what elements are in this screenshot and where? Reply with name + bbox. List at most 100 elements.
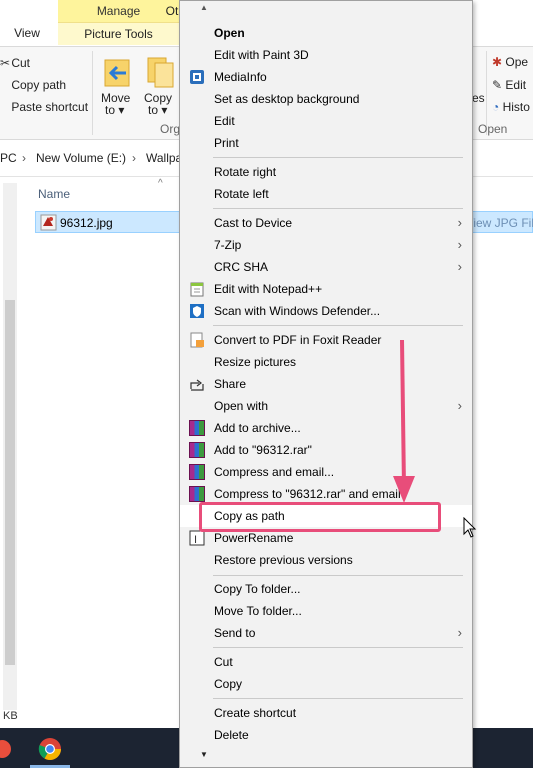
file-size-partial: KB	[3, 710, 18, 722]
file-name: 96312.jpg	[60, 216, 113, 230]
menu-item-7zip[interactable]: 7-Zip ›	[180, 234, 472, 256]
menu-item-label: Cut	[214, 655, 233, 669]
mediainfo-icon	[190, 70, 204, 84]
open-button[interactable]: ✱ Ope	[492, 55, 528, 69]
paste-shortcut-button[interactable]: Paste shortcut	[0, 100, 88, 114]
menu-item-label: Add to "96312.rar"	[214, 443, 312, 457]
menu-item-print[interactable]: Print	[180, 132, 472, 154]
edit-button[interactable]: ✎ Edit	[492, 78, 526, 92]
menu-item-cut[interactable]: Cut	[180, 651, 472, 673]
menu-item-copy-to-folder[interactable]: Copy To folder...	[180, 578, 472, 600]
menu-item-crc-sha[interactable]: CRC SHA ›	[180, 256, 472, 278]
menu-item-restore-previous-versions[interactable]: Restore previous versions	[180, 549, 472, 571]
tab-picture-tools[interactable]: Picture Tools	[58, 22, 179, 45]
menu-item-label: Send to	[214, 626, 256, 640]
ribbon-divider	[92, 51, 93, 135]
menu-item-mediainfo[interactable]: MediaInfo	[180, 66, 472, 88]
winrar-icon	[189, 464, 205, 480]
windows-defender-icon	[190, 304, 204, 318]
menu-item-label: 7-Zip	[214, 238, 242, 252]
es-partial: es	[472, 91, 485, 105]
menu-item-label: Delete	[214, 728, 249, 742]
tab-view[interactable]: View	[12, 22, 42, 44]
menu-item-copy[interactable]: Copy	[180, 673, 472, 695]
menu-item-create-shortcut[interactable]: Create shortcut	[180, 702, 472, 724]
menu-separator	[213, 647, 463, 648]
organize-group-label: Org	[160, 122, 181, 136]
open-icon: ✱	[492, 55, 503, 69]
copy-path-button[interactable]: Copy path	[0, 78, 66, 92]
menu-item-resize-pictures[interactable]: Resize pictures	[180, 351, 472, 373]
move-to-label-2: to ▾	[105, 103, 125, 117]
breadcrumb-separator: ›	[132, 151, 136, 165]
menu-item-edit-with-notepad-plus-plus[interactable]: Edit with Notepad++	[180, 278, 472, 300]
menu-separator	[213, 157, 463, 158]
menu-item-label: Compress and email...	[214, 465, 335, 479]
menu-item-label: Edit	[214, 114, 235, 128]
copy-to-label-2: to ▾	[148, 103, 168, 117]
menu-item-rotate-left[interactable]: Rotate left	[180, 183, 472, 205]
menu-item-move-to-folder[interactable]: Move To folder...	[180, 600, 472, 622]
submenu-arrow-icon: ›	[457, 259, 462, 274]
breadcrumb-pc[interactable]: PC	[0, 151, 17, 165]
edit-icon: ✎	[492, 78, 503, 92]
submenu-arrow-icon: ›	[457, 215, 462, 230]
winrar-icon	[189, 486, 205, 502]
menu-scroll-down-arrow[interactable]: ▼	[200, 750, 208, 759]
submenu-arrow-icon: ›	[457, 625, 462, 640]
foxit-pdf-icon	[190, 332, 204, 348]
menu-item-label: Copy	[214, 677, 243, 691]
menu-item-add-to-archive[interactable]: Add to archive...	[180, 417, 472, 439]
file-type: /iew JPG File	[470, 216, 533, 230]
menu-item-label: Move To folder...	[214, 604, 302, 618]
chrome-icon[interactable]	[38, 737, 62, 761]
menu-item-label: Rotate left	[214, 187, 269, 201]
menu-scroll-up-arrow[interactable]: ▲	[200, 3, 208, 12]
column-header-name[interactable]: Name	[38, 187, 70, 201]
breadcrumb-wallpaper[interactable]: Wallpa	[146, 151, 182, 165]
menu-item-convert-to-pdf-foxit[interactable]: Convert to PDF in Foxit Reader	[180, 329, 472, 351]
cut-label: Cut	[11, 56, 31, 70]
move-to-icon	[104, 59, 130, 87]
menu-item-label: Scan with Windows Defender...	[214, 304, 381, 318]
menu-item-label: Copy To folder...	[214, 582, 301, 596]
menu-item-rotate-right[interactable]: Rotate right	[180, 161, 472, 183]
taskbar-app-icon[interactable]	[0, 738, 12, 760]
menu-item-label: Open	[214, 26, 245, 40]
menu-separator	[213, 575, 463, 576]
navigation-scrollbar-thumb[interactable]	[5, 300, 15, 665]
menu-item-share[interactable]: Share	[180, 373, 472, 395]
menu-item-label: Open with	[214, 399, 269, 413]
history-label: Histo	[502, 100, 530, 114]
move-to-button[interactable]: Move to ▾	[100, 53, 132, 117]
menu-item-delete[interactable]: Delete	[180, 724, 472, 746]
breadcrumb-separator: ›	[22, 151, 26, 165]
menu-item-label: Convert to PDF in Foxit Reader	[214, 333, 382, 347]
menu-item-edit[interactable]: Edit	[180, 110, 472, 132]
menu-item-scan-with-windows-defender[interactable]: Scan with Windows Defender...	[180, 300, 472, 322]
menu-item-label: CRC SHA	[214, 260, 269, 274]
history-icon: ◔	[492, 100, 500, 114]
menu-item-label: Resize pictures	[214, 355, 297, 369]
menu-item-open[interactable]: Open	[180, 22, 472, 44]
menu-item-add-to-rar[interactable]: Add to "96312.rar"	[180, 439, 472, 461]
breadcrumb-volume[interactable]: New Volume (E:)	[36, 151, 126, 165]
history-button[interactable]: ◔ Histo	[492, 100, 530, 114]
menu-item-send-to[interactable]: Send to ›	[180, 622, 472, 644]
menu-item-edit-with-paint-3d[interactable]: Edit with Paint 3D	[180, 44, 472, 66]
menu-item-set-as-desktop-background[interactable]: Set as desktop background	[180, 88, 472, 110]
menu-item-open-with[interactable]: Open with ›	[180, 395, 472, 417]
menu-item-label: Create shortcut	[214, 706, 297, 720]
menu-item-label: Share	[214, 377, 247, 391]
menu-item-label: MediaInfo	[214, 70, 267, 84]
jpg-file-icon	[40, 214, 57, 231]
annotation-arrow-icon	[393, 339, 415, 503]
menu-item-compress-and-email[interactable]: Compress and email...	[180, 461, 472, 483]
menu-item-cast-to-device[interactable]: Cast to Device ›	[180, 212, 472, 234]
menu-item-label: Restore previous versions	[214, 553, 353, 567]
open-group-label: Open	[478, 122, 508, 136]
menu-item-label: Add to archive...	[214, 421, 301, 435]
cut-button[interactable]: ✂ Cut	[0, 56, 30, 70]
mouse-pointer-icon	[463, 517, 477, 538]
copy-to-button[interactable]: Copy to ▾	[144, 53, 176, 117]
